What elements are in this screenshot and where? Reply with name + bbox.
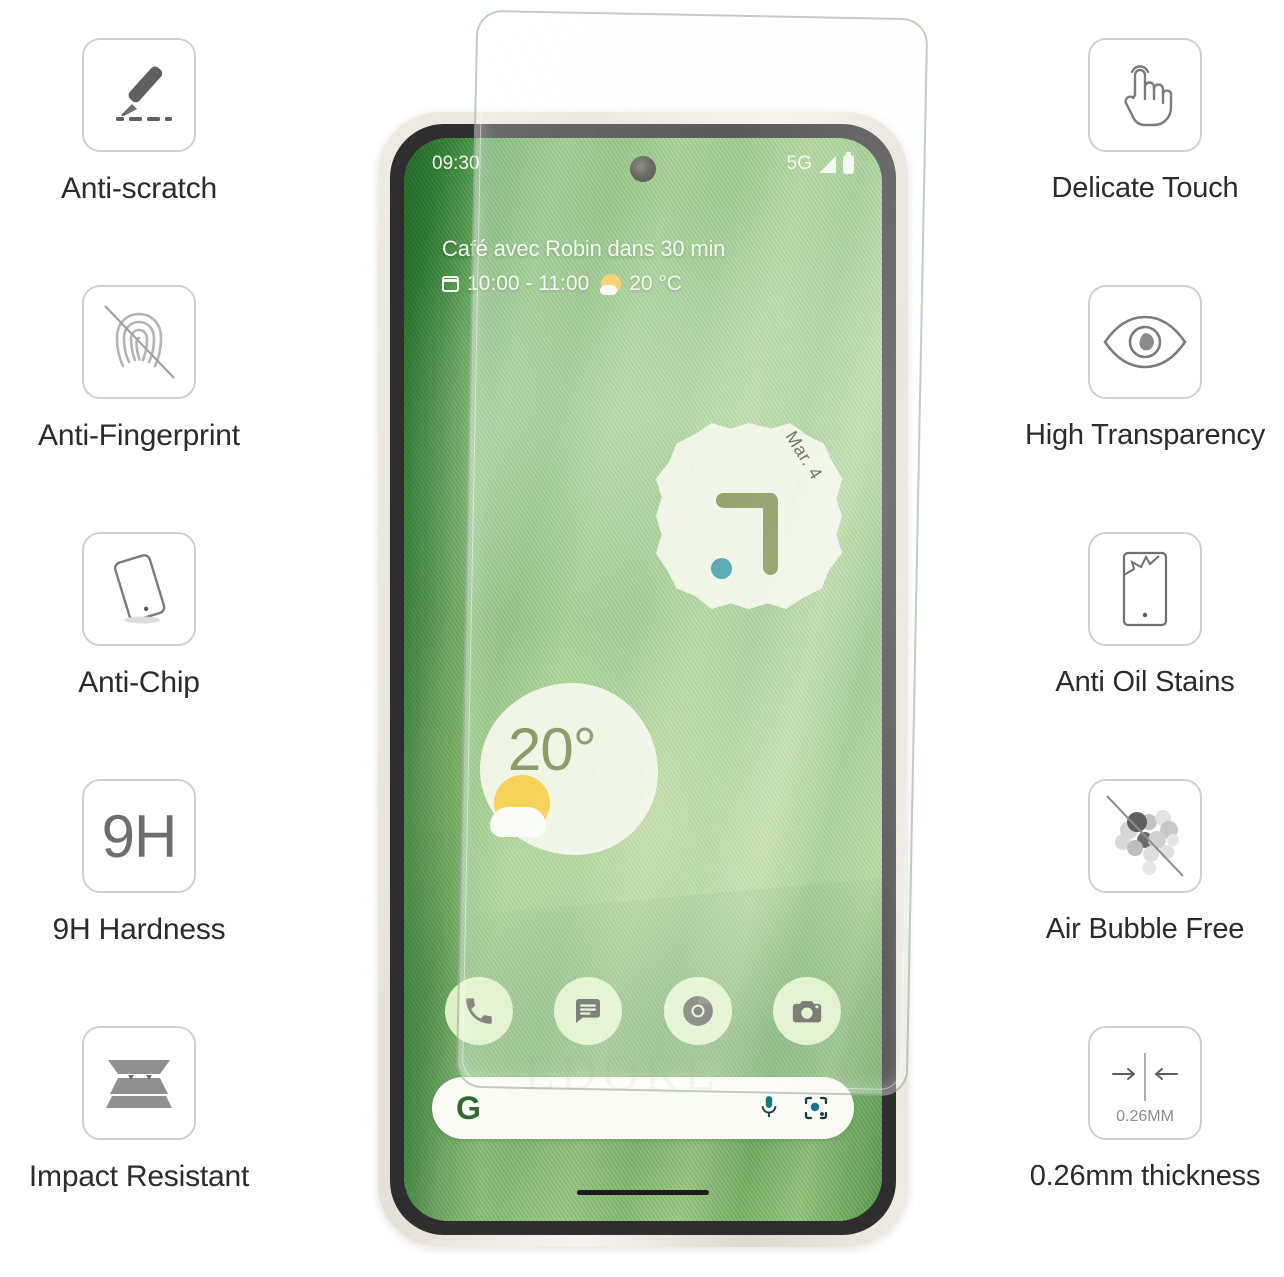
feature-label: Impact Resistant	[28, 1160, 250, 1193]
home-gesture-bar[interactable]	[577, 1190, 709, 1195]
feature-high-transparency: High Transparency	[1006, 285, 1284, 532]
microphone-icon[interactable]	[758, 1093, 780, 1123]
feature-label: High Transparency	[1025, 419, 1265, 451]
calendar-icon	[442, 276, 459, 292]
phone-mockup: 09:30 5G Café avec Robin dans 30 min 10:…	[378, 112, 908, 1247]
feature-9h-hardness: 9H 9H Hardness	[0, 779, 278, 1026]
feature-label: Anti-Fingerprint	[38, 419, 240, 452]
feature-anti-chip: Anti-Chip	[0, 532, 278, 779]
feature-air-bubble-free: Air Bubble Free	[1006, 779, 1284, 1026]
signal-bars-icon	[819, 155, 836, 173]
glance-temperature: 20 °C	[629, 272, 682, 295]
feature-label: 0.26mm thickness	[1029, 1160, 1261, 1192]
weather-temperature: 20°	[508, 716, 597, 783]
feature-label: Anti Oil Stains	[1055, 666, 1235, 698]
feature-label: Air Bubble Free	[1045, 913, 1245, 945]
battery-icon	[843, 151, 854, 174]
app-dock	[404, 977, 882, 1045]
network-label: 5G	[786, 153, 812, 174]
feature-column-right: Delicate Touch High Transparency Anti Oi…	[1006, 0, 1284, 1277]
sun-cloud-icon	[600, 274, 622, 295]
clock-blob-shape	[656, 423, 842, 609]
status-time: 09:30	[432, 153, 480, 174]
glance-time-range: 10:00 - 11:00	[467, 272, 590, 295]
google-logo-icon: G	[456, 1090, 481, 1126]
glance-title: Café avec Robin dans 30 min	[442, 236, 726, 261]
tapping-hand-icon	[1088, 38, 1202, 152]
layered-plates-icon	[82, 1026, 196, 1140]
clock-accent-dot	[711, 558, 732, 579]
cracked-phone-icon	[1088, 532, 1202, 646]
nine-h-glyph: 9H	[101, 802, 178, 870]
eye-icon	[1088, 285, 1202, 399]
feature-thickness: 0.26MM 0.26mm thickness	[1006, 1026, 1284, 1273]
feature-label: Delicate Touch	[1051, 172, 1239, 204]
clock-widget[interactable]: Mar. 4	[656, 423, 842, 609]
status-indicators: 5G	[786, 151, 854, 175]
product-feature-poster: Anti-scratch Anti-Fingerprint Anti-Chip …	[0, 0, 1284, 1277]
camera-app-icon[interactable]	[772, 977, 841, 1045]
glance-subtitle: 10:00 - 11:00 20 °C	[442, 272, 725, 296]
chrome-app-icon[interactable]	[663, 977, 732, 1045]
front-camera-icon	[630, 156, 656, 182]
phone-screen[interactable]: 09:30 5G Café avec Robin dans 30 min 10:…	[404, 138, 882, 1221]
feature-label: 9H Hardness	[52, 913, 226, 946]
google-search-bar[interactable]: G	[432, 1077, 854, 1139]
clock-minute-hand	[763, 493, 778, 575]
pencil-scratch-icon	[82, 38, 196, 152]
fingerprint-slash-icon	[82, 285, 196, 399]
tilted-phone-icon	[82, 532, 196, 646]
nine-h-icon: 9H	[82, 779, 196, 893]
thickness-arrows-icon: 0.26MM	[1088, 1026, 1202, 1140]
messages-app-icon[interactable]	[554, 977, 623, 1045]
at-a-glance-widget[interactable]: Café avec Robin dans 30 min 10:00 - 11:0…	[442, 236, 725, 296]
feature-label: Anti-scratch	[61, 172, 217, 205]
feature-impact-resistant: Impact Resistant	[0, 1026, 278, 1273]
feature-anti-fingerprint: Anti-Fingerprint	[0, 285, 278, 532]
bubbles-slash-icon	[1088, 779, 1202, 893]
weather-widget[interactable]: 20°	[480, 683, 658, 855]
cloud-icon	[490, 807, 546, 837]
google-lens-icon[interactable]	[802, 1094, 830, 1122]
phone-app-icon[interactable]	[445, 977, 514, 1045]
feature-anti-oil-stains: Anti Oil Stains	[1006, 532, 1284, 779]
feature-anti-scratch: Anti-scratch	[0, 38, 278, 285]
feature-label: Anti-Chip	[78, 666, 200, 699]
wallpaper-left-shade	[404, 138, 481, 1221]
feature-column-left: Anti-scratch Anti-Fingerprint Anti-Chip …	[0, 0, 278, 1277]
search-actions	[758, 1093, 830, 1123]
thickness-inner-label: 0.26MM	[1116, 1108, 1174, 1125]
feature-delicate-touch: Delicate Touch	[1006, 38, 1284, 285]
